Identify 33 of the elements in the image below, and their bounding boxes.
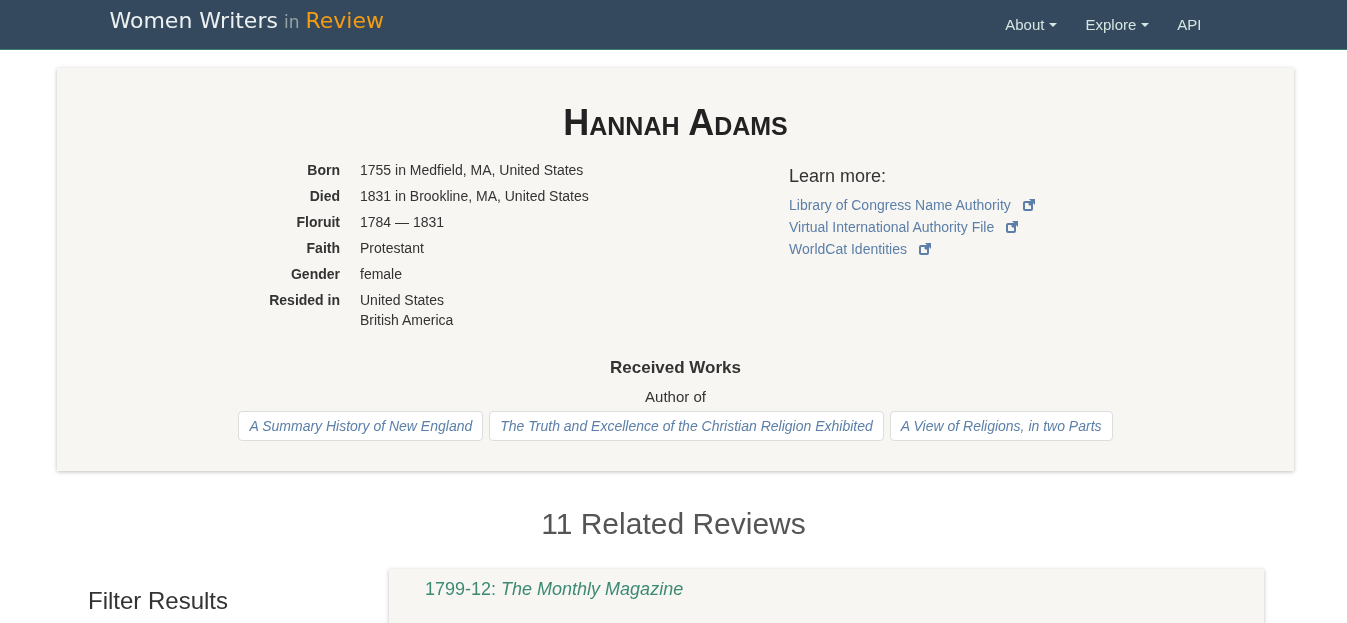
fact-label: Floruit	[295, 214, 341, 230]
fact-label: Born	[306, 162, 341, 178]
external-link[interactable]: WorldCat Identities	[789, 241, 907, 257]
author-of-label: Author of	[644, 388, 707, 405]
external-link-icon	[919, 243, 931, 255]
fact-label: Gender	[290, 266, 341, 282]
work-link[interactable]: A View of Religions, in two Parts	[889, 411, 1113, 441]
related-reviews-heading: 11 Related Reviews	[540, 507, 807, 541]
fact-label: Faith	[305, 240, 341, 256]
received-works-heading: Received Works	[609, 358, 742, 378]
learn-more-heading: Learn more:	[789, 166, 888, 187]
external-link-icon	[1022, 199, 1035, 211]
dropdown-menu-link[interactable]: About	[991, 16, 1072, 33]
fact-value: British America	[360, 312, 454, 328]
external-link[interactable]: Virtual International Authority File	[789, 219, 995, 235]
work-link[interactable]: The Truth and Excellence of the Christian Religion Exhibited	[489, 411, 884, 441]
person-name: Hannah Adams	[562, 102, 789, 144]
fact-value: 1784 — 1831	[360, 214, 445, 230]
site-logo-link[interactable]: Women Writers in Review	[109, 8, 384, 33]
fact-value: 1755 in Medfield, MA, United States	[360, 162, 584, 178]
review-link[interactable]: 1799-12: The Monthly Magazine	[425, 579, 684, 599]
fact-value: United States	[360, 292, 446, 308]
fact-label: Died	[308, 188, 341, 204]
fact-value: female	[360, 266, 403, 282]
fact-value: 1831 in Brookline, MA, United States	[360, 188, 589, 204]
filter-results-heading: Filter Results	[88, 587, 230, 616]
dropdown-menu-link[interactable]: Explore	[1071, 16, 1164, 33]
fact-label: Resided in	[268, 292, 341, 310]
work-link[interactable]: A Summary History of New England	[238, 411, 484, 441]
external-link[interactable]: Library of Congress Name Authority	[789, 197, 1011, 213]
nav-link[interactable]: API	[1163, 16, 1216, 33]
fact-value: Protestant	[360, 240, 424, 256]
external-link-icon	[1006, 221, 1019, 233]
